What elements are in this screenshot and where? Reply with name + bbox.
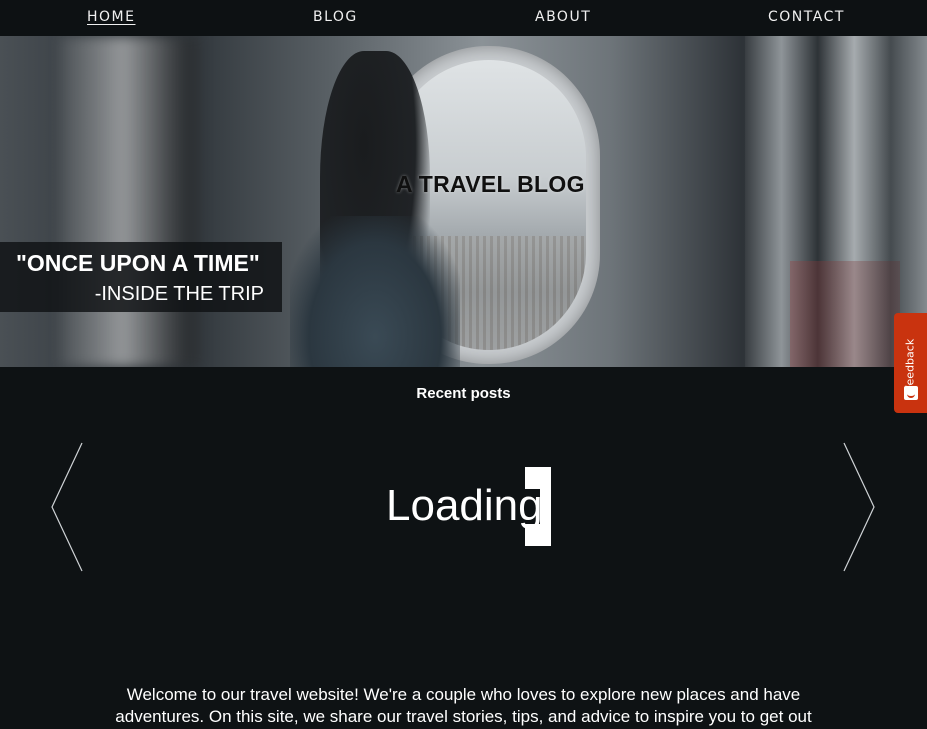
hero-image-curtain (60, 36, 200, 367)
hero-quote: "ONCE UPON A TIME" (16, 250, 260, 276)
hero-banner (0, 36, 927, 367)
nav-home-link[interactable]: HOME (87, 9, 135, 25)
loading-spinner-block-bottom (525, 524, 551, 546)
chevron-left-icon (51, 442, 83, 572)
carousel-prev-button[interactable] (48, 441, 88, 573)
welcome-text: Welcome to our travel website! We're a c… (115, 685, 812, 726)
hero-quote-box: "ONCE UPON A TIME" -INSIDE THE TRIP (0, 242, 282, 312)
loading-spinner-block-middle (540, 489, 551, 524)
loading-spinner-block-top (525, 467, 551, 489)
feedback-tab-button[interactable]: Feedback (894, 313, 927, 413)
nav-contact-link[interactable]: CONTACT (768, 9, 845, 25)
nav-blog-link[interactable]: BLOG (313, 9, 358, 25)
smile-icon (904, 386, 918, 400)
nav-about-link[interactable]: ABOUT (535, 9, 591, 25)
hero-title: A TRAVEL BLOG (396, 171, 585, 197)
top-nav: HOME BLOG ABOUT CONTACT (0, 0, 927, 36)
hero-quote-attribution: -INSIDE THE TRIP (94, 283, 264, 305)
recent-posts-heading: Recent posts (416, 385, 511, 402)
feedback-label: Feedback (903, 338, 917, 392)
hero-image-person-body (290, 216, 460, 367)
hero-image-seat-detail (790, 261, 900, 367)
carousel-next-button[interactable] (840, 441, 880, 573)
chevron-right-icon (843, 442, 875, 572)
carousel-loading-text: Loading (386, 481, 543, 530)
